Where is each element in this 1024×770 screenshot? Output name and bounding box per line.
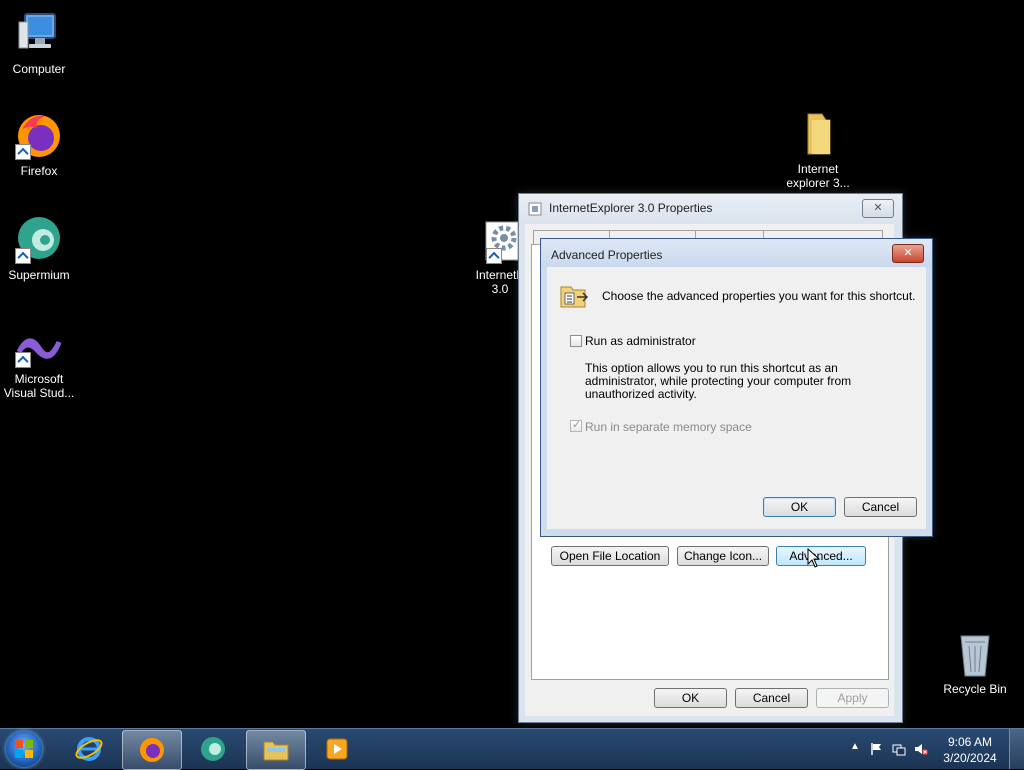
close-button[interactable]: ✕ [892, 244, 924, 263]
advanced-properties-dialog[interactable]: Advanced Properties ✕ Choose the advance… [540, 238, 933, 537]
desktop-icon-label: Visual Stud... [3, 386, 75, 400]
advanced-titlebar[interactable]: Advanced Properties ✕ [541, 239, 932, 267]
desktop-icon-label: Firefox [20, 164, 58, 178]
clock-time: 9:06 AM [947, 735, 993, 749]
taskbar-supermium[interactable] [184, 730, 242, 768]
desktop-icon-supermium[interactable]: Supermium [1, 216, 77, 282]
start-button[interactable] [6, 731, 42, 767]
windows-logo-icon [15, 740, 33, 758]
mouse-cursor-icon [807, 548, 821, 568]
shortcut-arrow-icon [486, 248, 502, 264]
folder-icon [263, 741, 289, 761]
desktop-icon-recycle-bin[interactable]: Recycle Bin [937, 630, 1013, 696]
properties-titlebar[interactable]: InternetExplorer 3.0 Properties ✕ [519, 194, 902, 222]
desktop-icon-visual-studio[interactable]: Microsoft Visual Stud... [1, 328, 77, 400]
shortcut-arrow-icon [15, 144, 31, 160]
media-player-icon [326, 738, 348, 760]
shortcut-properties-icon [560, 286, 589, 308]
run-in-separate-memory-checkbox [570, 418, 582, 432]
taskbar: ▲ 9:06 AM 3/20/2024 [0, 728, 1024, 770]
desktop-icon-label: Recycle Bin [943, 682, 1007, 696]
ok-button[interactable]: OK [763, 497, 836, 517]
supermium-icon [201, 737, 225, 761]
advanced-client-area: Choose the advanced properties you want … [547, 267, 926, 529]
show-desktop-button[interactable] [1009, 729, 1024, 769]
desktop-icon-label: Supermium [8, 268, 70, 282]
run-in-separate-memory-label: Run in separate memory space [585, 420, 752, 434]
folder-icon [794, 110, 842, 158]
advanced-button[interactable]: Advanced... [776, 546, 866, 566]
run-as-administrator-label[interactable]: Run as administrator [585, 334, 696, 348]
action-center-flag-icon[interactable] [870, 742, 884, 756]
supermium-icon [15, 216, 63, 264]
firefox-icon [140, 738, 164, 762]
open-file-location-button[interactable]: Open File Location [551, 546, 669, 566]
description-text: administrator, while protecting your com… [585, 374, 852, 388]
desktop-icon-firefox[interactable]: Firefox [1, 112, 77, 178]
desktop-icon-label: explorer 3... [786, 176, 850, 190]
description-text: This option allows you to run this short… [585, 361, 838, 375]
dialog-title: Advanced Properties [551, 248, 663, 262]
recycle-bin-icon [951, 630, 999, 678]
apply-button[interactable]: Apply [816, 688, 889, 708]
change-icon-button[interactable]: Change Icon... [677, 546, 769, 566]
window-title: InternetExplorer 3.0 Properties [549, 201, 713, 215]
desktop-icon-label: Computer [12, 62, 66, 76]
run-as-administrator-checkbox[interactable] [570, 335, 582, 347]
computer-icon [15, 10, 63, 58]
desktop-icon-label: Microsoft [14, 372, 64, 386]
firefox-icon [15, 112, 63, 160]
cancel-button[interactable]: Cancel [844, 497, 917, 517]
taskbar-media-player[interactable] [308, 730, 366, 768]
settings-gear-icon [476, 220, 524, 264]
shortcut-arrow-icon [15, 248, 31, 264]
dialog-header-text: Choose the advanced properties you want … [602, 289, 916, 303]
show-hidden-icons-icon[interactable]: ▲ [850, 741, 864, 755]
taskbar-firefox[interactable] [122, 730, 182, 770]
desktop-icon-computer[interactable]: Computer [1, 10, 77, 76]
internet-explorer-icon [75, 737, 103, 761]
description-text: unauthorized activity. [585, 387, 697, 401]
visual-studio-icon [15, 328, 63, 368]
cancel-button[interactable]: Cancel [735, 688, 808, 708]
taskbar-clock[interactable]: 9:06 AM 3/20/2024 [938, 734, 1002, 766]
shortcut-properties-icon [528, 202, 542, 216]
taskbar-file-explorer[interactable] [246, 730, 306, 770]
shortcut-arrow-icon [15, 352, 31, 368]
close-button[interactable]: ✕ [862, 199, 894, 218]
clock-date: 3/20/2024 [943, 751, 997, 765]
ok-button[interactable]: OK [654, 688, 727, 708]
network-icon[interactable] [892, 742, 906, 756]
taskbar-internet-explorer[interactable] [60, 730, 118, 768]
desktop-icon-ie-folder[interactable]: Internet explorer 3... [780, 110, 856, 190]
volume-muted-icon[interactable] [914, 742, 928, 756]
desktop-icon-label: Internet [797, 162, 839, 176]
